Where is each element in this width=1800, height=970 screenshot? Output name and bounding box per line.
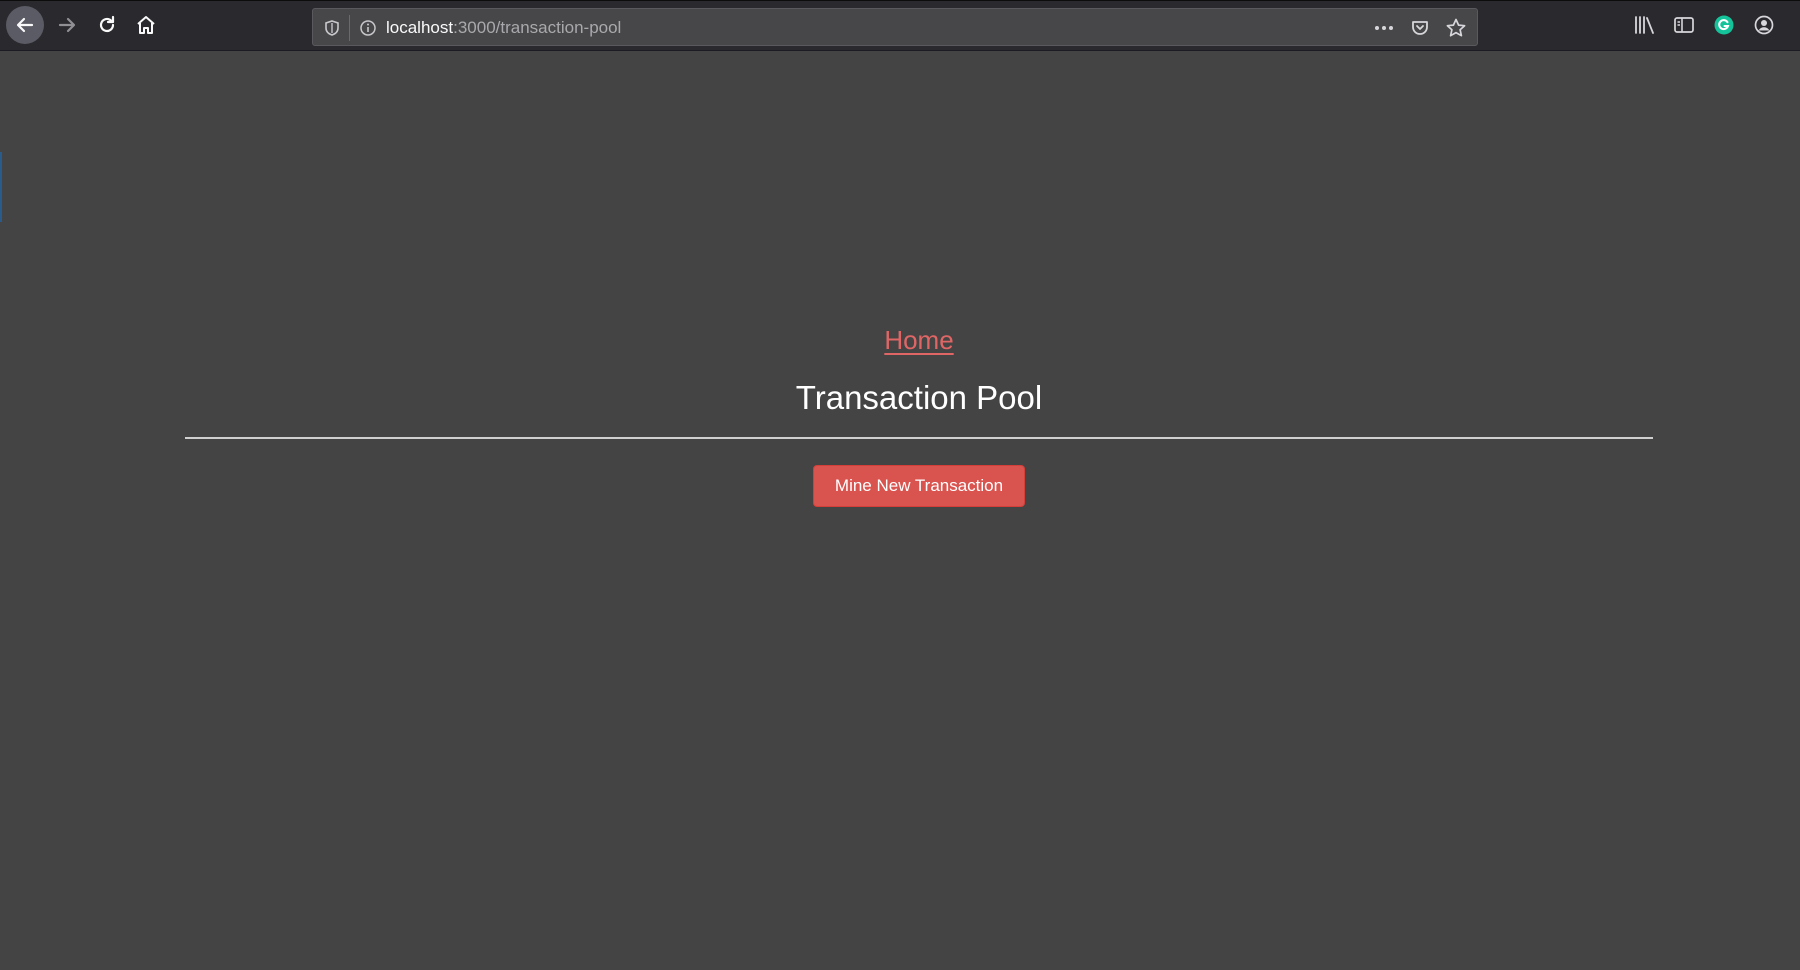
bookmark-star-icon[interactable]: [1441, 14, 1471, 42]
address-bar-actions: [1369, 14, 1471, 42]
sidebar-icon[interactable]: [1668, 8, 1700, 42]
tracking-shield-icon[interactable]: [319, 15, 345, 41]
site-info-icon[interactable]: [355, 15, 381, 41]
page-content: Home Transaction Pool Mine New Transacti…: [0, 52, 1800, 970]
home-button[interactable]: [127, 6, 165, 44]
page-title: Transaction Pool: [795, 379, 1043, 416]
divider: [185, 437, 1653, 439]
address-bar-separator: [349, 15, 350, 41]
pocket-icon[interactable]: [1405, 14, 1435, 42]
toolbar-top-border: [0, 0, 1800, 1]
back-button[interactable]: [6, 6, 44, 44]
url-text[interactable]: localhost:3000/transaction-pool: [386, 9, 621, 47]
home-icon: [137, 16, 155, 34]
mine-new-transaction-button[interactable]: Mine New Transaction: [813, 465, 1025, 507]
reload-icon: [99, 15, 115, 33]
browser-toolbar: localhost:3000/transaction-pool: [0, 0, 1800, 51]
library-icon[interactable]: [1628, 8, 1660, 42]
toolbar-right-icons: [1628, 8, 1780, 42]
forward-arrow-icon: [58, 17, 76, 33]
more-actions-icon[interactable]: [1369, 14, 1399, 42]
account-icon[interactable]: [1748, 8, 1780, 42]
window-edge-accent: [0, 152, 2, 222]
url-path: :3000/transaction-pool: [453, 18, 622, 37]
grammarly-icon[interactable]: [1708, 8, 1740, 42]
main-container: Home Transaction Pool Mine New Transacti…: [185, 322, 1653, 507]
url-host: localhost: [386, 18, 454, 37]
back-arrow-icon: [16, 17, 34, 33]
address-bar[interactable]: localhost:3000/transaction-pool: [312, 8, 1478, 46]
forward-button[interactable]: [48, 6, 86, 44]
reload-button[interactable]: [88, 6, 126, 44]
home-link[interactable]: Home: [884, 322, 953, 358]
